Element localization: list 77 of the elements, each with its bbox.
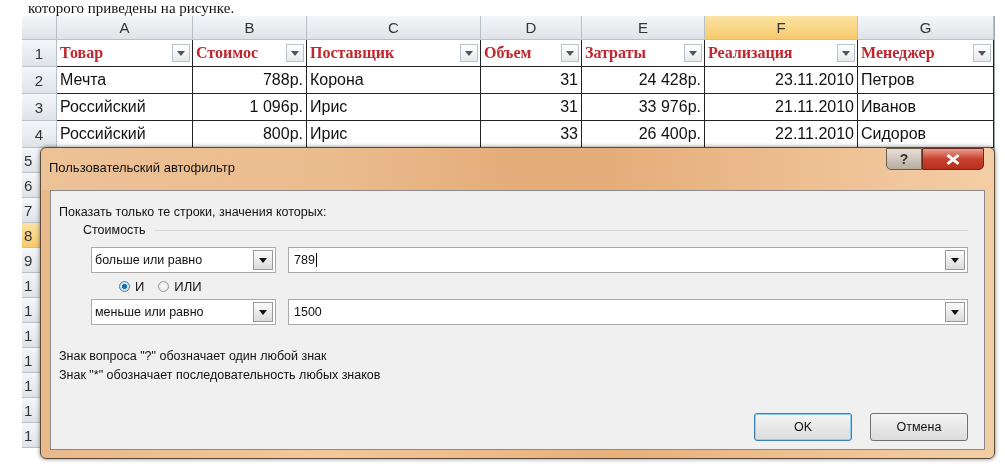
filter-button[interactable]	[460, 44, 478, 62]
filter-button[interactable]	[286, 44, 304, 62]
table-cell: 26 400р.	[638, 125, 701, 143]
group-label: Стоимость	[83, 223, 146, 237]
value-combo-field[interactable]: 789	[288, 247, 968, 273]
column-title: Менеджер	[861, 44, 935, 62]
column-header[interactable]: C	[307, 16, 481, 40]
table-cell: 31	[560, 71, 578, 89]
table-cell: Корона	[310, 71, 364, 89]
close-icon	[946, 153, 960, 165]
column-title: Затраты	[585, 44, 646, 62]
table-cell: 22.11.2010	[775, 125, 854, 143]
table-cell: 800р.	[262, 125, 303, 143]
filter-button[interactable]	[973, 44, 991, 62]
caret-icon	[978, 50, 986, 56]
row-header[interactable]: 3	[22, 94, 57, 121]
table-cell: Мечта	[60, 71, 107, 89]
filter-button[interactable]	[684, 44, 702, 62]
filter-button[interactable]	[837, 44, 855, 62]
operator-dropdown[interactable]: меньше или равно	[91, 299, 276, 325]
caret-icon	[951, 309, 959, 315]
caret-icon	[566, 50, 574, 56]
row-header[interactable]: 1	[22, 40, 57, 67]
operator-dropdown[interactable]: больше или равно	[91, 247, 276, 273]
table-cell: 23.11.2010	[775, 71, 854, 89]
table-cell: 788р.	[262, 71, 303, 89]
caret-icon	[291, 50, 299, 56]
table-cell: Ирис	[310, 98, 348, 116]
row-header[interactable]: 2	[22, 67, 57, 94]
table-cell: Сидоров	[861, 125, 927, 143]
column-header[interactable]: G	[858, 16, 994, 40]
dropdown-button[interactable]	[945, 302, 965, 322]
caret-icon	[465, 50, 473, 56]
column-header[interactable]: B	[193, 16, 307, 40]
dropdown-button[interactable]	[945, 250, 965, 270]
table-cell: Иванов	[861, 98, 916, 116]
column-header[interactable]: E	[582, 16, 705, 40]
caret-icon	[177, 50, 185, 56]
table-cell: 33 976р.	[638, 98, 701, 116]
caption-text: которого приведены на рисунке.	[27, 0, 236, 16]
table-cell: Ирис	[310, 125, 348, 143]
column-header[interactable]: D	[481, 16, 582, 40]
cancel-button[interactable]: Отмена	[870, 413, 968, 441]
table-cell: Российский	[60, 98, 146, 116]
prompt-text: Показать только те строки, значения которых:	[59, 205, 328, 219]
column-header[interactable]: F	[705, 16, 858, 40]
table-cell: 1 096р.	[249, 98, 303, 116]
ok-button[interactable]: OK	[754, 413, 852, 441]
column-title: Объем	[484, 44, 532, 62]
dropdown-button[interactable]	[253, 250, 273, 270]
row-header[interactable]: 4	[22, 121, 57, 148]
table-cell: 21.11.2010	[775, 98, 854, 116]
table-cell: 31	[560, 98, 578, 116]
caret-icon	[259, 309, 267, 315]
caret-icon	[842, 50, 850, 56]
caret-icon	[689, 50, 697, 56]
close-button[interactable]	[922, 148, 984, 170]
dropdown-button[interactable]	[253, 302, 273, 322]
column-title: Стоимос	[196, 44, 258, 62]
column-title: Реализация	[708, 44, 793, 62]
help-button[interactable]: ?	[886, 148, 922, 170]
table-cell: 24 428р.	[638, 71, 701, 89]
table-cell: 33	[560, 125, 578, 143]
table-cell: Российский	[60, 125, 146, 143]
caret-icon	[259, 257, 267, 263]
hint-text: Знак вопроса "?" обозначает один любой знак	[59, 348, 328, 365]
filter-button[interactable]	[561, 44, 579, 62]
column-header[interactable]: A	[57, 16, 193, 40]
value-combo-field[interactable]: 1500	[288, 299, 968, 325]
caret-icon	[951, 257, 959, 263]
radio-option[interactable]: И	[119, 278, 145, 294]
filter-button[interactable]	[172, 44, 190, 62]
column-title: Поставщик	[310, 44, 395, 62]
table-cell: Петров	[861, 71, 915, 89]
radio-option[interactable]: ИЛИ	[158, 278, 202, 294]
column-title: Товар	[60, 44, 104, 62]
hint-text: Знак "*" обозначает последовательность любых знаков	[59, 367, 382, 384]
